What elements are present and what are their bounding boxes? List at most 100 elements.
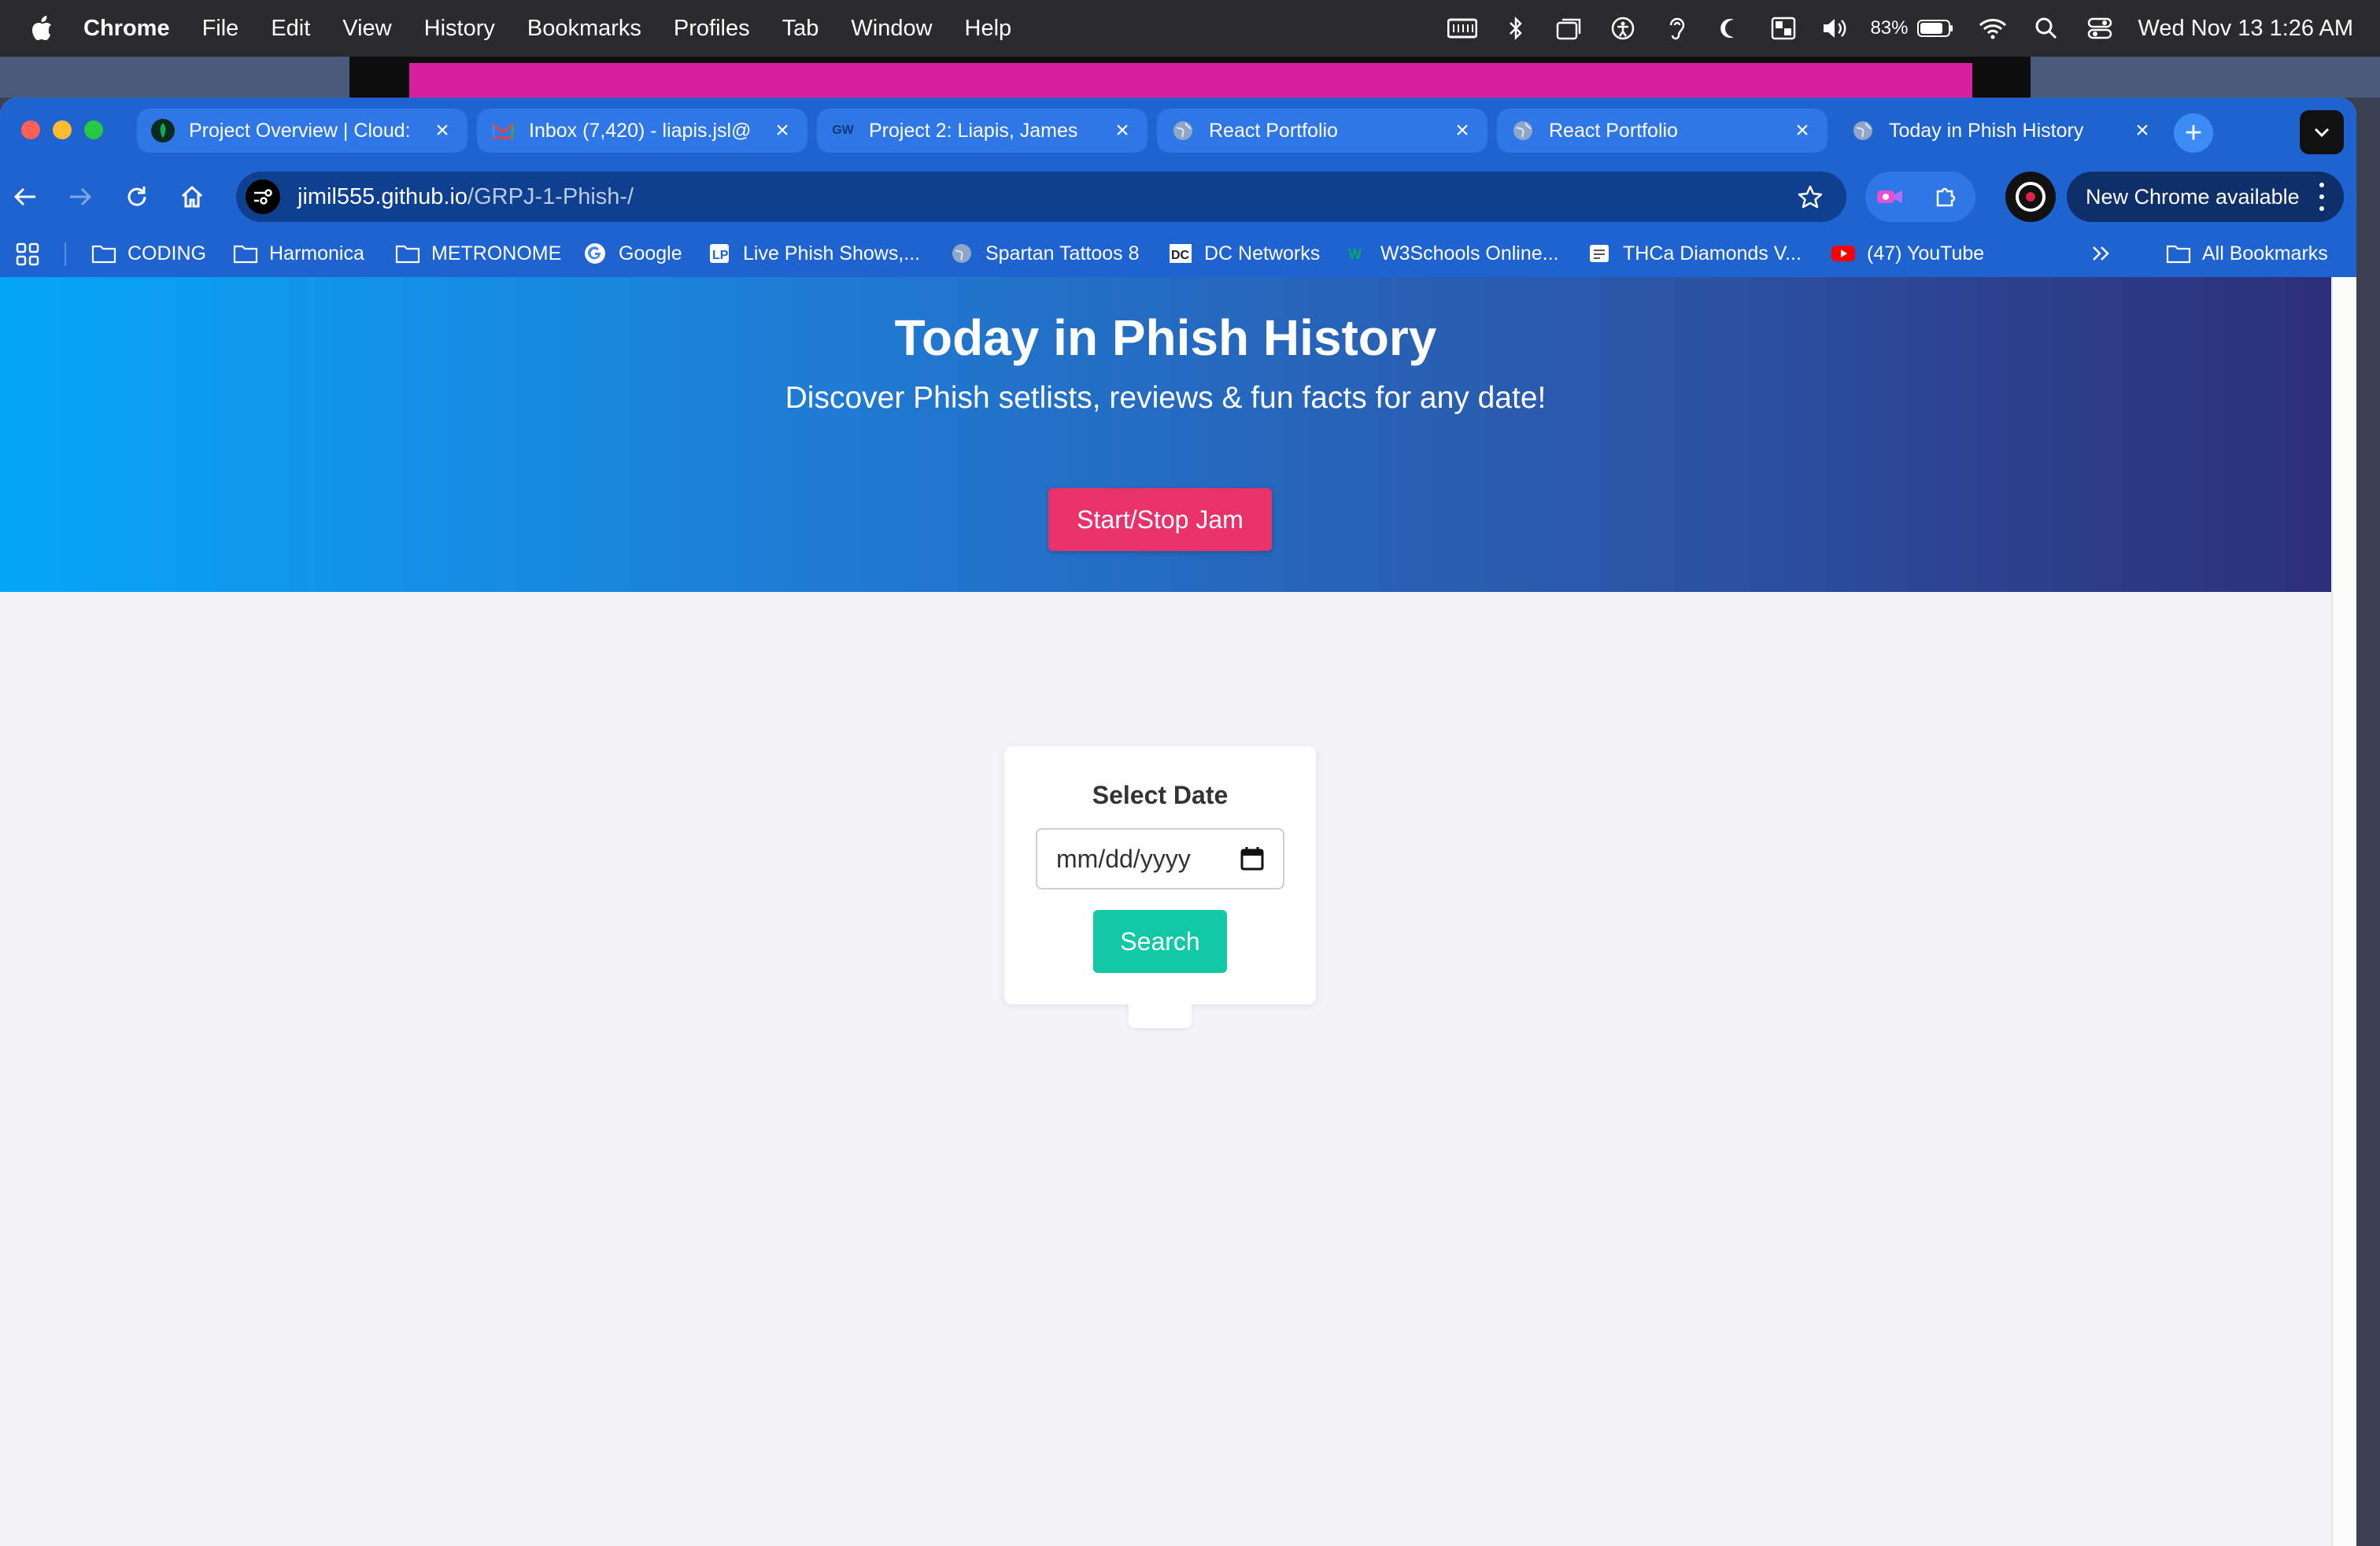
- google-icon: [582, 242, 608, 264]
- svg-text:LP: LP: [712, 249, 729, 262]
- tab-react-portfolio-2[interactable]: React Portfolio ×: [1497, 109, 1828, 153]
- menu-history[interactable]: History: [424, 16, 495, 42]
- close-tab-icon[interactable]: ×: [1448, 117, 1476, 145]
- battery-icon[interactable]: [1916, 14, 1955, 43]
- all-bookmarks-label: All Bookmarks: [2202, 242, 2328, 264]
- tab-project-overview[interactable]: Project Overview | Cloud: ×: [137, 109, 468, 153]
- more-options-icon[interactable]: [2317, 183, 2326, 211]
- forward-arrow-icon[interactable]: [63, 179, 98, 214]
- browser-toolbar: jimil555.github.io/GRPJ-1-Phish-/ New Ch…: [0, 164, 2356, 230]
- chrome-window: Project Overview | Cloud: × Inbox (7,420…: [0, 98, 2356, 1546]
- folder-icon: [2166, 242, 2191, 264]
- page-subtitle: Discover Phish setlists, reviews & fun f…: [785, 381, 1547, 415]
- page-title: Today in Phish History: [894, 309, 1437, 366]
- url-text: jimil555.github.io/GRPJ-1-Phish-/: [298, 184, 634, 210]
- bookmark-label: THCa Diamonds V...: [1623, 242, 1802, 264]
- date-placeholder: mm/dd/yyyy: [1056, 844, 1191, 873]
- menu-profiles[interactable]: Profiles: [674, 16, 750, 42]
- back-arrow-icon[interactable]: [8, 179, 42, 214]
- close-tab-icon[interactable]: ×: [768, 117, 796, 145]
- menu-window[interactable]: Window: [851, 16, 932, 42]
- bookmark-live-phish[interactable]: LP Live Phish Shows,...: [707, 239, 920, 268]
- macos-menubar: Chrome File Edit View History Bookmarks …: [0, 0, 2380, 57]
- close-tab-icon[interactable]: ×: [1108, 117, 1136, 145]
- page-scrollbar[interactable]: [2331, 277, 2356, 1546]
- svg-text:W: W: [1348, 246, 1362, 262]
- screen-recorder-extension-icon[interactable]: [1873, 181, 1906, 213]
- bookmark-w3schools[interactable]: W W3Schools Online...: [1344, 239, 1559, 268]
- menu-tab[interactable]: Tab: [782, 16, 819, 42]
- date-input[interactable]: mm/dd/yyyy: [1036, 828, 1284, 890]
- bookmark-dc-networks[interactable]: DC DC Networks: [1168, 239, 1320, 268]
- menu-view[interactable]: View: [342, 16, 391, 42]
- bookmark-label: (47) YouTube: [1867, 242, 1985, 264]
- search-button[interactable]: Search: [1093, 910, 1227, 973]
- bluetooth-icon[interactable]: [1500, 14, 1532, 43]
- tab-inbox[interactable]: Inbox (7,420) - liapis.jsl@ ×: [477, 109, 808, 153]
- bookmark-youtube[interactable]: (47) YouTube: [1831, 239, 1984, 268]
- url-path: /GRPJ-1-Phish-/: [468, 183, 634, 209]
- site-icon: [1587, 242, 1612, 264]
- minimize-window-button[interactable]: [53, 120, 72, 139]
- close-tab-icon[interactable]: ×: [428, 117, 456, 145]
- accessibility-icon[interactable]: [1607, 14, 1639, 43]
- tab-label: React Portfolio: [1209, 119, 1338, 142]
- control-center-icon[interactable]: [2084, 14, 2116, 43]
- bookmark-label: Harmonica: [269, 242, 364, 264]
- apple-logo-icon[interactable]: [30, 14, 54, 43]
- menu-file[interactable]: File: [202, 16, 239, 42]
- home-icon[interactable]: [175, 179, 209, 214]
- menu-app-name[interactable]: Chrome: [83, 16, 170, 42]
- calendar-icon[interactable]: [1239, 845, 1266, 872]
- update-chrome-button[interactable]: New Chrome available: [2067, 172, 2344, 222]
- gmail-icon: [491, 119, 515, 142]
- bookmark-label: Live Phish Shows,...: [743, 242, 921, 264]
- bookmark-metronome[interactable]: METRONOME: [395, 239, 561, 268]
- tab-search-button[interactable]: [2300, 110, 2344, 154]
- all-bookmarks-folder[interactable]: All Bookmarks: [2166, 239, 2328, 268]
- folder-icon: [395, 242, 420, 264]
- close-tab-icon[interactable]: ×: [2128, 117, 2156, 145]
- site-info-icon[interactable]: [246, 179, 280, 214]
- screen-layout-icon[interactable]: [1768, 14, 1799, 43]
- bookmark-thca-diamonds[interactable]: THCa Diamonds V...: [1587, 239, 1802, 268]
- more-bookmarks-chevron-icon[interactable]: [2090, 239, 2112, 268]
- focus-moon-icon[interactable]: [1714, 14, 1746, 43]
- start-stop-jam-button[interactable]: Start/Stop Jam: [1048, 488, 1272, 551]
- folder-icon: [233, 242, 258, 264]
- profile-avatar-icon[interactable]: [2005, 172, 2056, 222]
- clock[interactable]: Wed Nov 13 1:26 AM: [2138, 16, 2353, 42]
- fullscreen-window-button[interactable]: [84, 120, 103, 139]
- bookmark-harmonica[interactable]: Harmonica: [233, 239, 364, 268]
- bookmark-coding[interactable]: CODING: [91, 239, 206, 268]
- tab-project-2[interactable]: GW Project 2: Liapis, James ×: [817, 109, 1148, 153]
- reload-icon[interactable]: [120, 179, 154, 214]
- bookmark-google[interactable]: Google: [582, 239, 682, 268]
- menu-edit[interactable]: Edit: [271, 16, 310, 42]
- page-viewport: Today in Phish History Discover Phish se…: [0, 277, 2331, 1546]
- tab-label: Inbox (7,420) - liapis.jsl@: [529, 119, 752, 142]
- volume-icon[interactable]: [1821, 14, 1853, 43]
- keyboard-icon[interactable]: [1447, 14, 1478, 43]
- new-tab-button[interactable]: +: [2174, 113, 2213, 153]
- spotlight-search-icon[interactable]: [2031, 14, 2062, 43]
- gw-icon: GW: [832, 124, 854, 137]
- svg-text:DC: DC: [1171, 249, 1190, 262]
- hearing-icon[interactable]: [1661, 14, 1692, 43]
- bookmark-label: METRONOME: [431, 242, 562, 264]
- menu-help[interactable]: Help: [965, 16, 1012, 42]
- close-tab-icon[interactable]: ×: [1788, 117, 1816, 145]
- extensions-puzzle-icon[interactable]: [1930, 181, 1963, 213]
- bookmark-star-icon[interactable]: [1794, 181, 1826, 213]
- tab-react-portfolio-1[interactable]: React Portfolio ×: [1157, 109, 1488, 153]
- menu-bookmarks[interactable]: Bookmarks: [527, 16, 641, 42]
- close-window-button[interactable]: [21, 120, 40, 139]
- tab-today-in-phish-history[interactable]: Today in Phish History ×: [1837, 109, 2168, 153]
- wifi-icon[interactable]: [1977, 14, 2009, 43]
- bookmark-label: Google: [619, 242, 682, 264]
- bookmark-spartan-tattoos[interactable]: Spartan Tattoos 8: [949, 239, 1140, 268]
- apps-grid-icon[interactable]: [16, 242, 39, 266]
- tab-label: Project Overview | Cloud:: [189, 119, 411, 142]
- window-stack-icon[interactable]: [1554, 14, 1585, 43]
- address-bar[interactable]: jimil555.github.io/GRPJ-1-Phish-/: [236, 172, 1846, 222]
